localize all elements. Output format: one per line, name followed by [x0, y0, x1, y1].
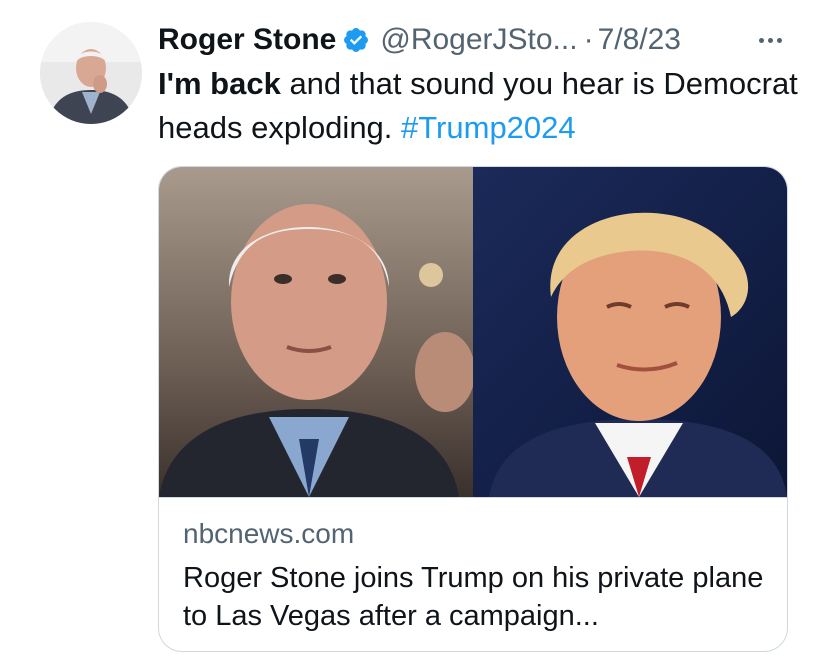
verified-badge-icon	[342, 26, 370, 54]
more-options-icon[interactable]	[750, 22, 790, 58]
author-handle[interactable]: @RogerJSto...	[380, 22, 577, 58]
author-display-name[interactable]: Roger Stone	[158, 22, 336, 58]
hashtag-link[interactable]: #Trump2024	[401, 110, 576, 145]
tweet-text-bold: I'm back	[158, 66, 281, 101]
author-avatar[interactable]	[40, 22, 142, 124]
tweet-header: Roger Stone @RogerJSto... · 7/8/23	[158, 22, 790, 58]
tweet-text: I'm back and that sound you hear is Demo…	[158, 62, 798, 150]
tweet-date[interactable]: 7/8/23	[598, 22, 681, 58]
header-separator: ·	[583, 23, 594, 56]
card-domain: nbcnews.com	[183, 518, 355, 549]
card-divider	[159, 497, 787, 498]
card-title[interactable]: Roger Stone joins Trump on his private p…	[183, 559, 773, 635]
card-image[interactable]	[159, 167, 787, 497]
link-preview-card[interactable]: nbcnews.com Roger Stone joins Trump on h…	[158, 166, 788, 652]
